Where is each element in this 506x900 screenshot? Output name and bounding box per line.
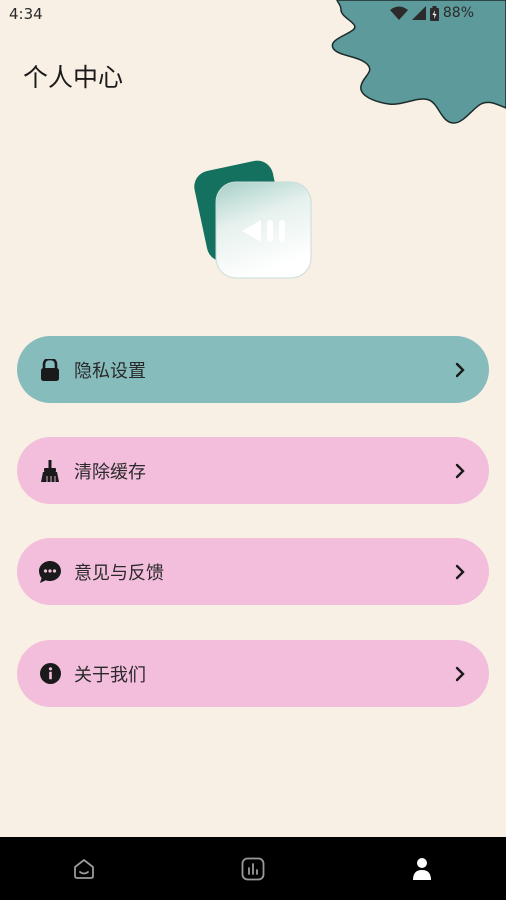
status-time: 4:34 — [9, 5, 43, 23]
home-icon — [74, 858, 95, 879]
info-icon — [39, 663, 61, 685]
page-title: 个人中心 — [23, 63, 124, 92]
wifi-icon — [389, 6, 408, 20]
about-us-button[interactable]: 关于我们 — [17, 640, 489, 707]
menu-label-feedback: 意见与反馈 — [74, 562, 164, 584]
chevron-right-icon — [453, 462, 467, 480]
chevron-right-icon — [453, 665, 467, 683]
feedback-button[interactable]: 意见与反馈 — [17, 538, 489, 605]
clear-cache-button[interactable]: 清除缓存 — [17, 437, 489, 504]
battery-percent: 88% — [442, 5, 474, 21]
chevron-right-icon — [453, 361, 467, 379]
battery-icon — [429, 5, 439, 21]
nav-home[interactable] — [0, 837, 169, 900]
person-icon — [412, 857, 431, 880]
broom-icon — [39, 459, 61, 482]
menu-label-privacy: 隐私设置 — [74, 360, 146, 382]
chevron-right-icon — [453, 563, 467, 581]
chat-icon — [39, 560, 61, 583]
privacy-settings-button[interactable]: 隐私设置 — [17, 336, 489, 403]
app-logo — [194, 160, 312, 279]
stats-icon — [241, 857, 265, 880]
menu-label-cache: 清除缓存 — [74, 461, 146, 483]
signal-icon — [411, 6, 426, 20]
status-icons: 88% — [389, 5, 474, 21]
nav-profile[interactable] — [337, 837, 506, 900]
nav-stats[interactable] — [169, 837, 338, 900]
menu-label-about: 关于我们 — [74, 664, 146, 686]
lock-icon — [39, 358, 61, 381]
bottom-navigation — [0, 837, 506, 900]
